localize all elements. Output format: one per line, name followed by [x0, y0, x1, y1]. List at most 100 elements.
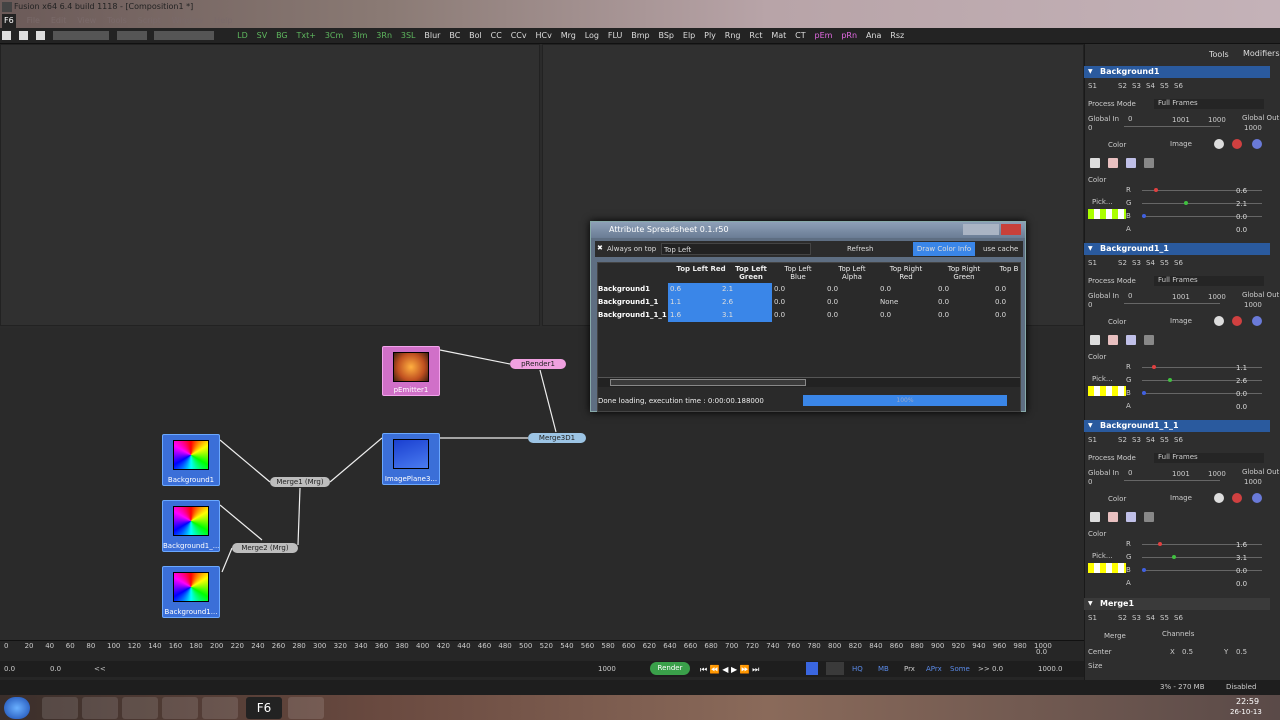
col-header[interactable]: Top B — [998, 265, 1020, 273]
subtab-s3[interactable]: S3 — [1132, 82, 1141, 90]
subtab-s6[interactable]: S6 — [1174, 614, 1183, 622]
tab-color[interactable]: Color — [1108, 141, 1126, 149]
cell[interactable]: 0.0 — [938, 311, 949, 319]
node-background1[interactable]: Background1 — [162, 434, 220, 486]
node-pemitter1[interactable]: pEmitter1 — [382, 346, 440, 396]
subtab-s6[interactable]: S6 — [1174, 259, 1183, 267]
cell[interactable]: 0.0 — [827, 311, 838, 319]
col-header[interactable]: Top Left Red — [676, 265, 726, 273]
subtab-s2[interactable]: S2 — [1118, 614, 1127, 622]
row-header[interactable]: Background1_1 — [598, 298, 658, 306]
render-start-field[interactable]: 0.0 — [4, 665, 15, 673]
tab-channels[interactable]: Channels — [1162, 630, 1194, 638]
subtab-s2[interactable]: S2 — [1118, 259, 1127, 267]
pick-button[interactable]: Pick... — [1092, 375, 1113, 383]
spreadsheet-grid[interactable]: Top Left Red Top Left Green Top Left Blu… — [597, 262, 1021, 412]
col-header[interactable]: Top Left Green — [726, 265, 776, 281]
cell[interactable]: 0.0 — [774, 298, 785, 306]
b-value[interactable]: 0.0 — [1236, 567, 1247, 575]
settings-gear-icon[interactable] — [1232, 139, 1242, 149]
swatch-blue-icon[interactable] — [1126, 512, 1136, 522]
node-merge2[interactable]: Merge2 (Mrg) — [232, 543, 298, 553]
subtab-s4[interactable]: S4 — [1146, 614, 1155, 622]
subtab-s1[interactable]: S1 — [1088, 82, 1097, 90]
render-end-field[interactable]: 1000.0 — [1038, 665, 1063, 673]
node-merge1[interactable]: Merge1 (Mrg) — [270, 477, 330, 487]
horizontal-scrollbar[interactable] — [598, 377, 1020, 387]
g-value[interactable]: 3.1 — [1236, 554, 1247, 562]
loop-icon[interactable] — [806, 662, 818, 675]
g-value[interactable]: 2.6 — [1236, 377, 1247, 385]
col-header[interactable]: Top Right Red — [884, 265, 928, 281]
prx-toggle[interactable]: Prx — [904, 665, 915, 673]
subtab-s2[interactable]: S2 — [1118, 82, 1127, 90]
subtab-s4[interactable]: S4 — [1146, 436, 1155, 444]
global-mid-value[interactable]: 1001 — [1172, 116, 1190, 124]
cell[interactable]: 0.0 — [995, 311, 1006, 319]
r-slider-knob[interactable] — [1152, 365, 1156, 369]
subtab-s5[interactable]: S5 — [1160, 259, 1169, 267]
b-value[interactable]: 0.0 — [1236, 390, 1247, 398]
b-slider-knob[interactable] — [1142, 214, 1146, 218]
info-icon[interactable] — [1252, 316, 1262, 326]
swatch-blue-icon[interactable] — [1126, 335, 1136, 345]
g-slider-knob[interactable] — [1172, 555, 1176, 559]
subtab-s1[interactable]: S1 — [1088, 614, 1097, 622]
settings-gear-icon[interactable] — [1232, 493, 1242, 503]
swatch-gray-icon[interactable] — [1144, 512, 1154, 522]
subtab-s6[interactable]: S6 — [1174, 82, 1183, 90]
tab-image[interactable]: Image — [1170, 494, 1192, 502]
cell[interactable]: 0.0 — [938, 285, 949, 293]
tab-modifiers[interactable]: Modifiers — [1243, 49, 1280, 58]
col-header[interactable]: Top Left Blue — [780, 265, 816, 281]
pick-button[interactable]: Pick... — [1092, 552, 1113, 560]
global-in-value[interactable]: 0 — [1128, 115, 1132, 123]
shuttle-forward-button[interactable]: >> — [978, 665, 990, 673]
swatch-white-icon[interactable] — [1090, 335, 1100, 345]
swatch-white-icon[interactable] — [1090, 158, 1100, 168]
audio-icon[interactable] — [826, 662, 844, 675]
timeline-ruler[interactable]: 0 20 40 60 80 100 120 140 160 180 200 220 240 260 280 3… — [0, 642, 1052, 654]
cell[interactable]: None — [880, 298, 898, 306]
subtab-s6[interactable]: S6 — [1174, 436, 1183, 444]
color-swatch[interactable] — [1088, 386, 1126, 396]
global-out-field[interactable]: 1000 — [1244, 478, 1262, 486]
row-header[interactable]: Background1_1_1 — [598, 311, 667, 319]
global-out-field[interactable]: 1000 — [1244, 124, 1262, 132]
color-swatch[interactable] — [1088, 563, 1126, 573]
minimize-maximize-icons[interactable] — [963, 224, 999, 235]
cell[interactable]: 1.6 — [670, 311, 681, 319]
cell[interactable]: 2.1 — [722, 285, 733, 293]
radiation-icon[interactable] — [1214, 316, 1224, 326]
swatch-white-icon[interactable] — [1090, 512, 1100, 522]
global-in-field[interactable]: 0 — [1088, 478, 1092, 486]
tab-image[interactable]: Image — [1170, 317, 1192, 325]
r-value[interactable]: 0.6 — [1236, 187, 1247, 195]
subtab-s2[interactable]: S2 — [1118, 436, 1127, 444]
a-value[interactable]: 0.0 — [1236, 403, 1247, 411]
process-mode-select[interactable]: Full Frames — [1154, 276, 1264, 286]
shuttle-back-button[interactable]: << — [94, 665, 106, 673]
r-value[interactable]: 1.6 — [1236, 541, 1247, 549]
cell[interactable]: 0.0 — [827, 285, 838, 293]
node-imageplane3d[interactable]: ImagePlane3... — [382, 433, 440, 485]
scrollbar-thumb[interactable] — [610, 379, 806, 386]
a-value[interactable]: 0.0 — [1236, 580, 1247, 588]
swatch-red-icon[interactable] — [1108, 512, 1118, 522]
subtab-s5[interactable]: S5 — [1160, 82, 1169, 90]
global-start-field[interactable]: 0.0 — [50, 665, 61, 673]
subtab-s5[interactable]: S5 — [1160, 614, 1169, 622]
g-value[interactable]: 2.1 — [1236, 200, 1247, 208]
swatch-red-icon[interactable] — [1108, 158, 1118, 168]
aprx-toggle[interactable]: APrx — [926, 665, 942, 673]
cell[interactable]: 0.6 — [670, 285, 681, 293]
mb-toggle[interactable]: MB — [878, 665, 889, 673]
global-range-slider[interactable] — [1124, 303, 1220, 304]
pick-button[interactable]: Pick... — [1092, 198, 1113, 206]
current-frame-field[interactable]: 1000 — [598, 665, 616, 673]
subtab-s5[interactable]: S5 — [1160, 436, 1169, 444]
cell[interactable]: 0.0 — [995, 298, 1006, 306]
b-value[interactable]: 0.0 — [1236, 213, 1247, 221]
cell[interactable]: 0.0 — [880, 311, 891, 319]
settings-gear-icon[interactable] — [1232, 316, 1242, 326]
